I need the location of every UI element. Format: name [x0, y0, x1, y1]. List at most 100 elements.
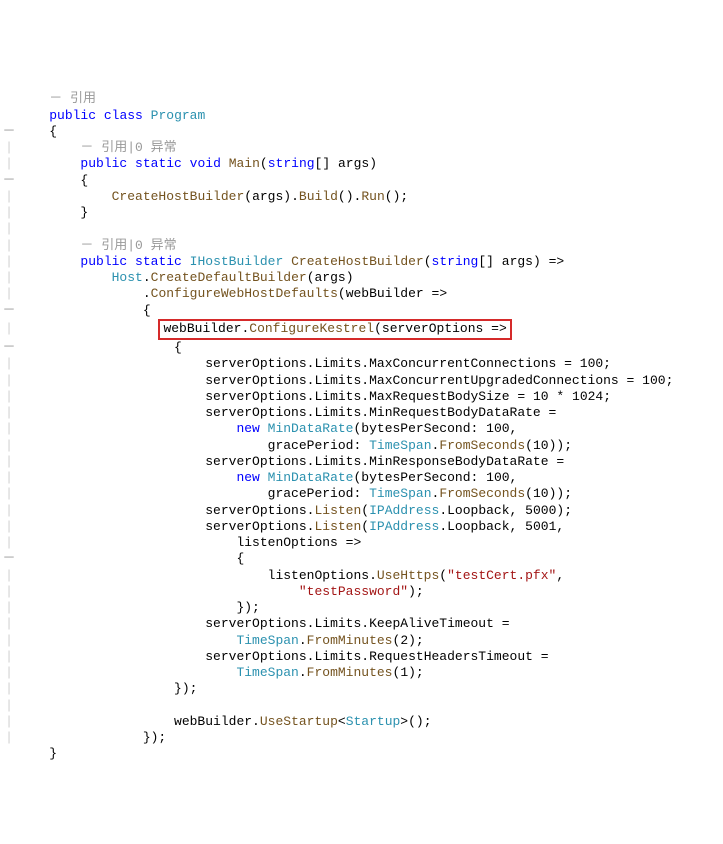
p: .: [299, 665, 307, 680]
id: Limits: [314, 389, 361, 404]
id: args: [252, 189, 283, 204]
id: bytesPerSecond: [361, 421, 470, 436]
p: }: [49, 746, 57, 761]
collapse-icon[interactable]: －: [80, 140, 93, 155]
collapse-icon[interactable]: －: [2, 124, 15, 139]
p: (: [525, 438, 533, 453]
p: :: [353, 438, 361, 453]
id: Limits: [314, 356, 361, 371]
n: 100: [580, 356, 603, 371]
id: gracePeriod: [268, 486, 354, 501]
id: webBuilder: [163, 321, 241, 336]
p: ;: [666, 373, 674, 388]
p: ;: [603, 389, 611, 404]
p: []: [478, 254, 494, 269]
p: =>: [549, 254, 565, 269]
kw: static: [135, 156, 182, 171]
id: KeepAliveTimeout: [369, 616, 494, 631]
t: TimeSpan: [236, 633, 298, 648]
n: 5000: [525, 503, 556, 518]
m: FromSeconds: [439, 438, 525, 453]
p: ): [533, 254, 541, 269]
id: bytesPerSecond: [361, 470, 470, 485]
p: .: [361, 649, 369, 664]
kw: string: [432, 254, 479, 269]
m: FromSeconds: [439, 486, 525, 501]
kw: new: [236, 470, 259, 485]
p: );: [408, 665, 424, 680]
p: :: [471, 470, 479, 485]
p: );: [556, 503, 572, 518]
codelens-class[interactable]: 引用: [70, 91, 96, 106]
collapse-icon[interactable]: －: [2, 303, 15, 318]
p: ;: [400, 189, 408, 204]
codelens-chb[interactable]: 引用|0 异常: [101, 238, 176, 253]
str: "testPassword": [299, 584, 408, 599]
p: =: [541, 649, 549, 664]
m: UseHttps: [377, 568, 439, 583]
p: .: [369, 568, 377, 583]
p: );: [408, 633, 424, 648]
p: =: [556, 454, 564, 469]
id: serverOptions: [382, 321, 483, 336]
p: {: [80, 173, 88, 188]
id: RequestHeadersTimeout: [369, 649, 533, 664]
code-block: － 引用 public class Program － { | － 引用|0 异…: [0, 75, 723, 763]
n: 100: [486, 421, 509, 436]
collapse-icon[interactable]: －: [2, 173, 15, 188]
kw: static: [135, 254, 182, 269]
p: (: [361, 503, 369, 518]
t: TimeSpan: [369, 438, 431, 453]
t: Host: [112, 270, 143, 285]
m: Build: [299, 189, 338, 204]
n: 100: [486, 470, 509, 485]
p: ;: [603, 356, 611, 371]
id: Limits: [314, 616, 361, 631]
p: (: [338, 286, 346, 301]
kw-public: public: [49, 108, 96, 123]
p: );: [408, 584, 424, 599]
collapse-icon[interactable]: －: [49, 91, 62, 106]
p: =: [564, 356, 572, 371]
p: :: [471, 421, 479, 436]
id: MaxConcurrentUpgradedConnections: [369, 373, 619, 388]
p: {: [236, 551, 244, 566]
p: .: [299, 633, 307, 648]
p: (: [244, 189, 252, 204]
id: Loopback: [447, 503, 509, 518]
p: .: [143, 286, 151, 301]
n: 100: [642, 373, 665, 388]
id: listenOptions: [236, 535, 337, 550]
id: serverOptions: [205, 389, 306, 404]
p: =>: [346, 535, 362, 550]
p: .: [143, 270, 151, 285]
collapse-icon[interactable]: －: [2, 340, 15, 355]
p: .: [361, 373, 369, 388]
kw-class: class: [104, 108, 143, 123]
m: CreateHostBuilder: [112, 189, 245, 204]
id: serverOptions: [205, 519, 306, 534]
str: "testCert.pfx": [447, 568, 556, 583]
id: args: [338, 156, 369, 171]
collapse-icon[interactable]: －: [2, 551, 15, 566]
n: 10: [533, 389, 549, 404]
t: MinDataRate: [268, 470, 354, 485]
collapse-icon[interactable]: －: [80, 238, 93, 253]
p: );: [416, 714, 432, 729]
t: IPAddress: [369, 519, 439, 534]
id: Limits: [314, 405, 361, 420]
codelens-main[interactable]: 引用|0 异常: [101, 140, 176, 155]
p: ,: [556, 568, 564, 583]
id: serverOptions: [205, 373, 306, 388]
p: :: [353, 486, 361, 501]
brace-open: {: [49, 124, 57, 139]
id: serverOptions: [205, 454, 306, 469]
p: });: [236, 600, 259, 615]
p: (: [385, 189, 393, 204]
id: gracePeriod: [268, 438, 354, 453]
p: (: [361, 519, 369, 534]
p: =: [549, 405, 557, 420]
id: Loopback: [447, 519, 509, 534]
p: =: [502, 616, 510, 631]
id: args: [502, 254, 533, 269]
